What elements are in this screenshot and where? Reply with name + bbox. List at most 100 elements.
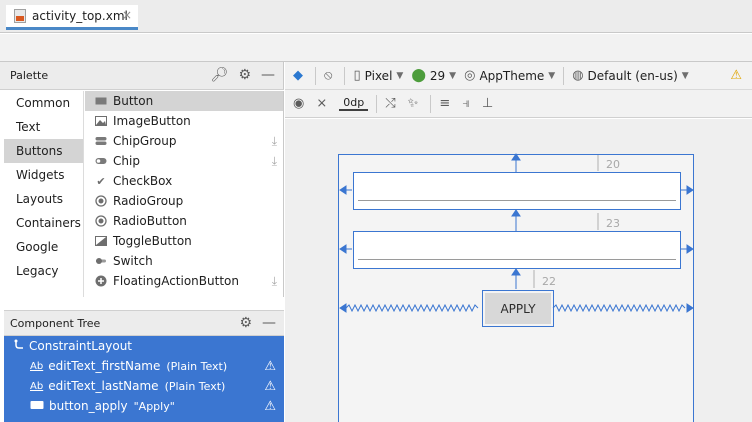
align-icon[interactable]: ⫣ bbox=[462, 96, 474, 111]
widget-button[interactable]: Button bbox=[85, 91, 283, 111]
radio-icon bbox=[95, 215, 107, 227]
api-label: 29 bbox=[429, 68, 446, 83]
category-layouts[interactable]: Layouts bbox=[4, 187, 83, 211]
widget-switch[interactable]: Switch bbox=[85, 251, 283, 271]
download-icon[interactable]: ⤓ bbox=[272, 154, 277, 169]
tree-item-name: button_apply bbox=[49, 399, 128, 413]
separator bbox=[563, 66, 565, 85]
widget-chipgroup[interactable]: ChipGroup ⤓ bbox=[85, 131, 283, 151]
text-field-icon: Ab bbox=[30, 380, 44, 392]
widget-floatingactionbutton[interactable]: FloatingActionButton ⤓ bbox=[85, 271, 283, 291]
gear-icon[interactable]: ⚙ bbox=[238, 67, 251, 83]
tree-root-label: ConstraintLayout bbox=[29, 339, 133, 353]
chip-group-icon bbox=[95, 135, 107, 147]
widget-togglebutton[interactable]: ToggleButton bbox=[85, 231, 283, 251]
editor-subheader bbox=[0, 34, 752, 62]
widget-label: Button bbox=[113, 94, 154, 108]
constraint-toolbar: ◉ ⨯ 0dp ⤭ ✨︎ ≡ ⫣ ⊥ bbox=[285, 90, 752, 118]
close-icon[interactable]: × bbox=[122, 8, 132, 22]
chip-icon bbox=[95, 155, 107, 167]
tree-row[interactable]: Ab editText_firstName (Plain Text) ⚠ bbox=[4, 356, 284, 376]
widget-label: ImageButton bbox=[113, 114, 191, 128]
search-icon[interactable]: 🔎︎ bbox=[211, 67, 229, 83]
separator bbox=[344, 66, 346, 85]
layers-icon[interactable]: ◆ bbox=[293, 68, 307, 83]
warning-icon[interactable]: ⚠ bbox=[730, 68, 742, 83]
pack-icon[interactable]: ≡ bbox=[439, 96, 454, 111]
chevron-down-icon: ▼ bbox=[396, 70, 404, 81]
widget-label: CheckBox bbox=[113, 174, 173, 188]
phone-icon: ▯ bbox=[353, 68, 361, 83]
warning-icon[interactable]: ⚠ bbox=[264, 399, 276, 414]
constraint-overlay bbox=[339, 153, 694, 313]
gear-icon[interactable]: ⚙ bbox=[239, 315, 252, 331]
spring-right bbox=[552, 303, 686, 313]
widget-radiobutton[interactable]: RadioButton bbox=[85, 211, 283, 231]
guidelines-icon[interactable]: ⊥ bbox=[482, 96, 497, 111]
separator bbox=[315, 66, 316, 85]
file-tab[interactable]: activity_top.xml × bbox=[6, 5, 138, 30]
category-google[interactable]: Google bbox=[4, 235, 83, 259]
category-containers[interactable]: Containers bbox=[4, 211, 83, 235]
tree-row[interactable]: Ab editText_lastName (Plain Text) ⚠ bbox=[4, 376, 284, 396]
tree-row-root[interactable]: ConstraintLayout bbox=[4, 336, 284, 356]
category-text[interactable]: Text bbox=[4, 115, 83, 139]
component-tree-title: Component Tree bbox=[10, 316, 101, 330]
download-icon[interactable]: ⤓ bbox=[272, 274, 277, 289]
editor-tab-bar: activity_top.xml × bbox=[0, 0, 752, 33]
button-icon bbox=[95, 95, 107, 107]
device-label: Pixel bbox=[364, 68, 393, 83]
spring-left bbox=[345, 303, 479, 313]
theme-icon: ◎ bbox=[464, 68, 476, 83]
orientation-icon[interactable]: ⦸ bbox=[324, 68, 336, 83]
palette-categories: Common Text Buttons Widgets Layouts Cont… bbox=[4, 91, 84, 297]
globe-icon: ◍ bbox=[572, 68, 584, 83]
download-icon[interactable]: ⤓ bbox=[272, 134, 277, 149]
widget-label: Chip bbox=[113, 154, 140, 168]
default-margin-value: 0dp bbox=[339, 96, 369, 111]
component-tree: ConstraintLayout Ab editText_firstName (… bbox=[4, 336, 284, 422]
palette-title: Palette bbox=[10, 69, 49, 82]
device-selector[interactable]: ▯ Pixel ▼ bbox=[353, 68, 403, 83]
chevron-down-icon: ▼ bbox=[548, 70, 556, 81]
warning-icon[interactable]: ⚠ bbox=[264, 379, 276, 394]
add-icon bbox=[95, 275, 107, 287]
tree-row[interactable]: button_apply "Apply" ⚠ bbox=[4, 396, 284, 416]
design-canvas[interactable]: APPLY 20 23 22 bbox=[285, 119, 752, 422]
palette-widget-list: Button ImageButton ChipGroup ⤓ Chip ⤓ ✔ … bbox=[85, 91, 284, 297]
category-legacy[interactable]: Legacy bbox=[4, 259, 83, 283]
widget-label: ToggleButton bbox=[113, 234, 192, 248]
category-widgets[interactable]: Widgets bbox=[4, 163, 83, 187]
widget-imagebutton[interactable]: ImageButton bbox=[85, 111, 283, 131]
theme-selector[interactable]: ◎ AppTheme ▼ bbox=[464, 68, 555, 83]
separator bbox=[430, 94, 432, 113]
component-tree-header: Component Tree ⚙ — bbox=[4, 310, 284, 336]
switch-icon bbox=[95, 255, 107, 267]
category-common[interactable]: Common bbox=[4, 91, 83, 115]
widget-checkbox[interactable]: ✔ CheckBox bbox=[85, 171, 283, 191]
android-icon: ⬤ bbox=[411, 68, 426, 83]
default-margin-selector[interactable]: 0dp bbox=[339, 96, 369, 111]
tree-item-type: (Plain Text) bbox=[164, 379, 226, 393]
minimize-icon[interactable]: — bbox=[261, 67, 275, 83]
button-icon bbox=[30, 400, 44, 413]
clear-constraints-icon[interactable]: ⤭ bbox=[385, 96, 399, 111]
locale-selector[interactable]: ◍ Default (en-us) ▼ bbox=[572, 68, 688, 83]
api-selector[interactable]: ⬤ 29 ▼ bbox=[411, 68, 456, 83]
widget-label: RadioGroup bbox=[113, 194, 184, 208]
xml-file-icon bbox=[14, 9, 26, 23]
view-options-icon[interactable]: ◉ bbox=[293, 96, 308, 111]
warning-icon[interactable]: ⚠ bbox=[264, 359, 276, 374]
autoconnect-icon[interactable]: ⨯ bbox=[316, 96, 331, 111]
widget-chip[interactable]: Chip ⤓ bbox=[85, 151, 283, 171]
minimize-icon[interactable]: — bbox=[262, 315, 276, 331]
category-buttons[interactable]: Buttons bbox=[4, 139, 83, 163]
theme-label: AppTheme bbox=[479, 68, 545, 83]
infer-constraints-icon[interactable]: ✨︎ bbox=[408, 96, 423, 111]
radio-icon bbox=[95, 195, 107, 207]
tree-item-name: editText_lastName bbox=[48, 379, 159, 393]
design-toolbar: ◆ ⦸ ▯ Pixel ▼ ⬤ 29 ▼ ◎ AppTheme ▼ ◍ Defa… bbox=[285, 62, 752, 90]
text-field-icon: Ab bbox=[30, 360, 44, 372]
widget-radiogroup[interactable]: RadioGroup bbox=[85, 191, 283, 211]
tree-item-type: "Apply" bbox=[133, 399, 175, 413]
